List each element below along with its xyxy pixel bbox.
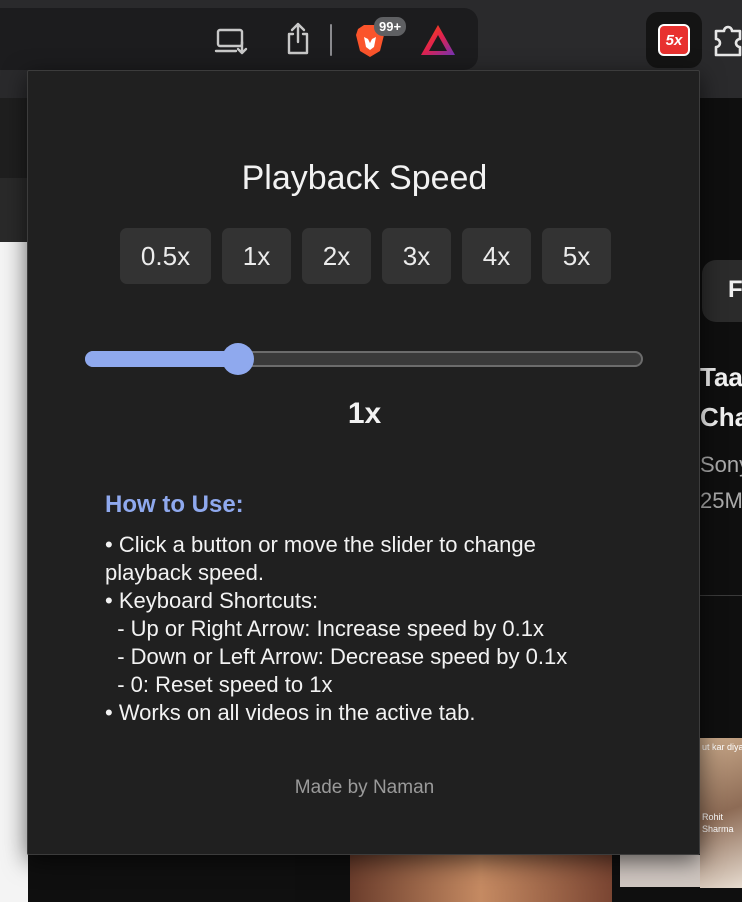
notification-badge: 99+ xyxy=(374,17,407,36)
how-to-use-instructions: • Click a button or move the slider to c… xyxy=(105,531,567,727)
speed-button-5x[interactable]: 5x xyxy=(542,228,611,284)
how-to-use-heading: How to Use: xyxy=(105,491,244,518)
footer-credit: Made by Naman xyxy=(294,777,435,798)
popup-title: Playback Speed xyxy=(241,159,488,197)
speed-slider[interactable] xyxy=(85,343,643,375)
video-title[interactable]: Taa xyxy=(700,362,742,393)
instruction-line: - 0: Reset speed to 1x xyxy=(105,672,333,697)
slider-fill xyxy=(85,351,238,367)
video-thumbnail[interactable] xyxy=(350,855,612,902)
playback-speed-popup: Playback Speed 0.5x 1x 2x 3x 4x 5x 1x Ho… xyxy=(27,70,700,855)
speed-extension-button[interactable]: 5x xyxy=(646,12,702,68)
instruction-line: • Works on all videos in the active tab. xyxy=(105,700,476,725)
slider-thumb[interactable] xyxy=(221,343,254,375)
speed-button-4x[interactable]: 4x xyxy=(462,228,531,284)
speed-button-row: 0.5x 1x 2x 3x 4x 5x xyxy=(120,228,611,284)
share-icon[interactable] xyxy=(282,20,314,58)
background-page-strip xyxy=(0,178,28,242)
background-page-strip xyxy=(0,98,28,178)
video-channel: Sony xyxy=(700,452,742,477)
thumbnail-caption: Rohit xyxy=(702,812,724,822)
divider xyxy=(700,595,742,596)
instruction-line: - Down or Left Arrow: Decrease speed by … xyxy=(105,644,568,669)
thumbnail-caption: Sharma xyxy=(702,824,734,834)
speed-button-2x[interactable]: 2x xyxy=(302,228,371,284)
video-thumbnail[interactable] xyxy=(620,855,700,887)
instruction-line: • Click a button or move the slider to c… xyxy=(105,532,536,557)
brave-rewards-triangle-icon[interactable] xyxy=(418,22,458,58)
current-speed-value: 1x xyxy=(347,397,382,430)
puzzle-extensions-icon[interactable] xyxy=(712,20,742,60)
background-page-panel xyxy=(0,242,28,902)
instruction-line: • Keyboard Shortcuts: xyxy=(105,588,319,613)
speed-button-3x[interactable]: 3x xyxy=(382,228,451,284)
background-page-sidebar: F Taa Cha Sony 25M ut kar diya, Rohit Sh… xyxy=(700,98,742,902)
toolbar-divider xyxy=(330,24,332,56)
speed-extension-icon: 5x xyxy=(658,24,690,56)
laptop-download-icon[interactable] xyxy=(212,24,250,58)
video-views: 25M xyxy=(700,488,742,513)
speed-button-0.5x[interactable]: 0.5x xyxy=(120,228,211,284)
video-title[interactable]: Cha xyxy=(700,402,742,433)
instruction-line: - Up or Right Arrow: Increase speed by 0… xyxy=(105,616,544,641)
video-thumbnail[interactable]: ut kar diya, Rohit Sharma xyxy=(700,738,742,888)
filter-chip[interactable]: F xyxy=(702,260,742,322)
video-thumbnail[interactable] xyxy=(90,855,295,902)
thumbnail-caption: ut kar diya, xyxy=(702,742,742,752)
instruction-line: playback speed. xyxy=(105,560,264,585)
speed-button-1x[interactable]: 1x xyxy=(222,228,291,284)
